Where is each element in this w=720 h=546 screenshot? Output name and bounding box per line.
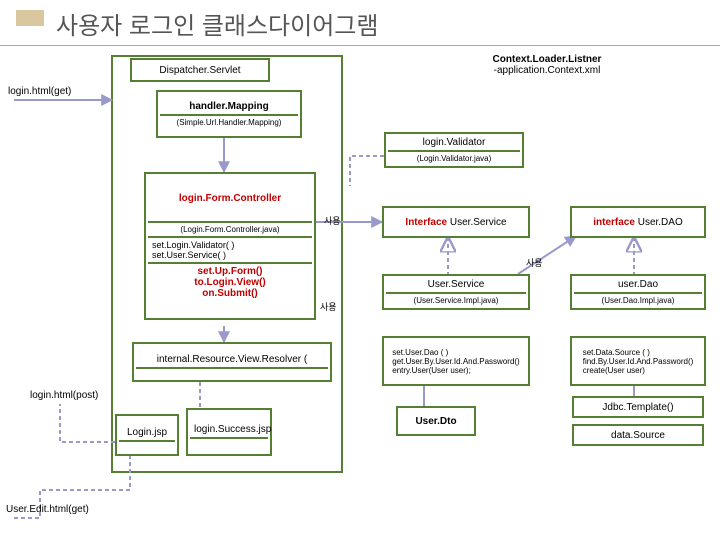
login-validator-name: login.Validator [388, 135, 520, 150]
use-label-1: 사용 [324, 214, 341, 227]
login-validator-impl: (Login.Validator.java) [388, 150, 520, 165]
login-form-controller-methods2: set.Up.Form() to.Login.View() on.Submit(… [148, 262, 312, 301]
user-service-methods-box: set.User.Dao ( ) get.User.By.User.Id.And… [382, 336, 530, 386]
view-resolver-name: internal.Resource.View.Resolver ( [136, 352, 328, 367]
dispatcher-label: Dispatcher.Servlet [159, 65, 240, 76]
page-title: 사용자 로그인 클래스다이어그램 [0, 0, 720, 46]
view-resolver-box: internal.Resource.View.Resolver ( [132, 342, 332, 382]
user-service-impl: (User.Service.Impl.java) [386, 292, 526, 307]
iface-userservice-prefix: Interface [405, 217, 449, 228]
interface-user-service-text: Interface User.Service [386, 215, 526, 230]
iface-userservice-name: User.Service [450, 217, 507, 228]
data-source-box: data.Source [572, 424, 704, 446]
handler-mapping-box: handler.Mapping (Simple.Url.Handler.Mapp… [156, 90, 302, 138]
success-jsp-empty [190, 437, 268, 443]
login-get-label: login.html(get) [8, 86, 71, 97]
user-dao-box: user.Dao (User.Dao.Impl.java) [570, 274, 706, 310]
login-validator-box: login.Validator (Login.Validator.java) [384, 132, 524, 168]
use-label-2: 사용 [526, 256, 543, 269]
login-jsp-name: Login.jsp [119, 425, 175, 440]
dispatcher-servlet-box: Dispatcher.Servlet [130, 58, 270, 82]
handler-mapping-name: handler.Mapping [160, 99, 298, 114]
login-post-label: login.html(post) [30, 390, 98, 401]
user-dao-methods-box: set.Data.Source ( ) find.By.User.Id.And.… [570, 336, 706, 386]
user-service-box: User.Service (User.Service.Impl.java) [382, 274, 530, 310]
user-dto-box: User.Dto [396, 406, 476, 436]
login-form-controller-box: login.Form.Controller (Login.Form.Contro… [144, 172, 316, 320]
login-form-controller-methods1: set.Login.Validator( ) set.User.Service(… [148, 236, 312, 262]
login-form-controller-impl: (Login.Form.Controller.java) [148, 221, 312, 236]
context-loader-sub: -application.Context.xml [494, 65, 601, 76]
user-dao-name: user.Dao [574, 277, 702, 292]
iface-userdao-prefix: interface [593, 217, 637, 228]
interface-user-dao-box: interface User.DAO [570, 206, 706, 238]
user-edit-get-label: User.Edit.html(get) [6, 504, 89, 515]
interface-user-service-box: Interface User.Service [382, 206, 530, 238]
login-jsp-box: Login.jsp [115, 414, 179, 456]
jdbc-template-box: Jdbc.Template() [572, 396, 704, 418]
user-dao-impl: (User.Dao.Impl.java) [574, 292, 702, 307]
view-resolver-empty [136, 367, 328, 373]
context-loader-label: Context.Loader.Listner -application.Cont… [452, 54, 642, 76]
success-jsp-box: login.Success.jsp [186, 408, 272, 456]
login-jsp-empty [119, 440, 175, 446]
user-service-name: User.Service [386, 277, 526, 292]
success-jsp-name: login.Success.jsp [190, 422, 268, 437]
interface-user-dao-text: interface User.DAO [574, 215, 702, 230]
context-loader-name: Context.Loader.Listner [493, 54, 602, 65]
iface-userdao-name: User.DAO [638, 217, 683, 228]
use-label-3: 사용 [320, 300, 337, 313]
login-form-controller-name: login.Form.Controller [148, 191, 312, 221]
handler-mapping-impl: (Simple.Url.Handler.Mapping) [160, 114, 298, 129]
diagram-canvas: Dispatcher.Servlet Context.Loader.Listne… [0, 46, 720, 546]
